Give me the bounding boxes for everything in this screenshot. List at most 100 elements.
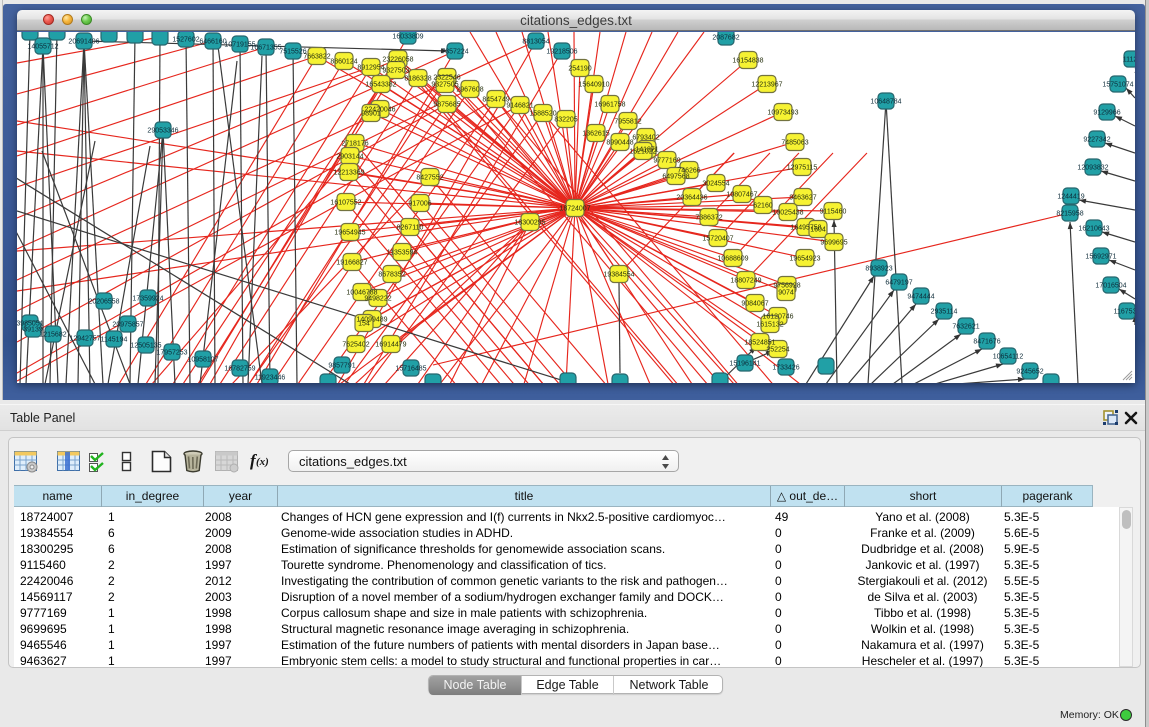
svg-text:3024554: 3024554 — [702, 181, 729, 188]
svg-text:10025438: 10025438 — [772, 210, 803, 217]
svg-text:832205: 832205 — [554, 117, 577, 124]
svg-text:9875685: 9875685 — [433, 102, 460, 109]
svg-text:1621022: 1621022 — [629, 149, 656, 156]
svg-text:8427552: 8427552 — [416, 175, 443, 182]
svg-text:9146821: 9146821 — [506, 103, 533, 110]
svg-text:17016504: 17016504 — [1095, 283, 1126, 290]
svg-text:1604: 1604 — [810, 227, 826, 234]
svg-text:1615132: 1615132 — [756, 322, 783, 329]
svg-text:9463627: 9463627 — [789, 195, 816, 202]
svg-text:10807467: 10807467 — [726, 192, 757, 199]
svg-text:9227342: 9227342 — [1083, 137, 1110, 144]
svg-text:2322546: 2322546 — [433, 75, 460, 82]
svg-text:20206558: 20206558 — [88, 299, 119, 306]
svg-text:8990448: 8990448 — [606, 140, 633, 147]
svg-text:15196141: 15196141 — [729, 361, 760, 368]
svg-text:20975857: 20975857 — [112, 322, 143, 329]
svg-text:15640910: 15640910 — [578, 82, 609, 89]
svg-text:9474444: 9474444 — [907, 294, 934, 301]
svg-text:1527602: 1527602 — [172, 37, 199, 44]
svg-text:29053346: 29053346 — [147, 128, 178, 135]
svg-text:1167533: 1167533 — [1114, 309, 1135, 316]
svg-text:8215958: 8215958 — [1056, 211, 1083, 218]
svg-text:9756928: 9756928 — [773, 283, 800, 290]
svg-text:2718176: 2718176 — [341, 141, 368, 148]
svg-text:11923446: 11923446 — [255, 375, 286, 382]
svg-text:10648784: 10648784 — [870, 99, 901, 106]
svg-text:8471676: 8471676 — [973, 339, 1000, 346]
svg-text:7632621: 7632621 — [952, 324, 979, 331]
svg-text:2903144: 2903144 — [336, 154, 363, 161]
svg-text:12213967: 12213967 — [751, 82, 782, 89]
svg-text:18807249: 18807249 — [730, 278, 761, 285]
svg-text:7357224: 7357224 — [441, 49, 468, 56]
svg-text:17957253: 17957253 — [156, 350, 187, 357]
svg-text:8678352: 8678352 — [378, 272, 405, 279]
svg-text:8186328: 8186328 — [404, 76, 431, 83]
svg-text:98901: 98901 — [361, 111, 381, 118]
svg-text:9074: 9074 — [778, 290, 794, 297]
svg-text:16914479: 16914479 — [375, 342, 406, 349]
svg-text:7485063: 7485063 — [781, 140, 808, 147]
svg-text:11123: 11123 — [1123, 57, 1135, 64]
svg-text:252254: 252254 — [766, 347, 789, 354]
svg-text:16782759: 16782759 — [224, 366, 255, 373]
svg-text:254190: 254190 — [568, 66, 591, 73]
svg-text:10654112: 10654112 — [993, 354, 1024, 361]
svg-text:7663822: 7663822 — [303, 54, 330, 61]
svg-text:62160: 62160 — [753, 203, 773, 210]
svg-text:16154838: 16154838 — [732, 58, 763, 65]
svg-text:15692971: 15692971 — [1085, 254, 1116, 261]
svg-text:18524851: 18524851 — [744, 340, 775, 347]
svg-text:2087682: 2087682 — [712, 35, 739, 42]
svg-text:9699695: 9699695 — [820, 240, 847, 247]
svg-text:16961758: 16961758 — [594, 102, 625, 109]
svg-text:7955812: 7955812 — [614, 119, 641, 126]
svg-text:11353594: 11353594 — [387, 250, 418, 257]
svg-text:1244419: 1244419 — [1057, 194, 1084, 201]
svg-text:1733426: 1733426 — [772, 365, 799, 372]
svg-text:19166827: 19166827 — [336, 260, 367, 267]
svg-text:2935114: 2935114 — [931, 309, 958, 316]
svg-text:6479197: 6479197 — [885, 280, 912, 287]
svg-text:8938923: 8938923 — [865, 266, 892, 273]
svg-text:14055712: 14055712 — [27, 44, 58, 51]
svg-text:19654945: 19654945 — [334, 230, 365, 237]
svg-text:23226058: 23226058 — [382, 57, 413, 64]
svg-text:1145194: 1145194 — [101, 337, 128, 344]
svg-text:18724007: 18724007 — [559, 206, 590, 213]
svg-text:9327503: 9327503 — [382, 68, 409, 75]
svg-text:9084067: 9084067 — [741, 301, 768, 308]
svg-text:10973493: 10973493 — [767, 110, 798, 117]
svg-text:15720407: 15720407 — [702, 236, 733, 243]
svg-text:9129966: 9129966 — [1093, 110, 1120, 117]
svg-text:19384554: 19384554 — [603, 272, 634, 279]
svg-text:12505135: 12505135 — [130, 343, 161, 350]
svg-text:10688609: 10688609 — [717, 256, 748, 263]
svg-text:6497568: 6497568 — [662, 174, 689, 181]
svg-text:6466160: 6466160 — [199, 39, 226, 46]
svg-text:8813054: 8813054 — [522, 39, 549, 46]
svg-text:9777169: 9777169 — [653, 158, 680, 165]
svg-text:154: 154 — [358, 321, 370, 328]
svg-text:12942757: 12942757 — [69, 336, 100, 343]
svg-text:(x): (x) — [256, 456, 269, 468]
svg-text:16543382: 16543382 — [365, 82, 396, 89]
svg-text:16033809: 16033809 — [392, 34, 423, 41]
svg-text:2967608: 2967608 — [456, 87, 483, 94]
svg-text:9857791: 9857791 — [328, 363, 355, 370]
svg-text:7625402: 7625402 — [342, 342, 369, 349]
svg-text:16107552: 16107552 — [330, 200, 361, 207]
svg-text:917006: 917006 — [408, 201, 431, 208]
svg-text:10958107: 10958107 — [187, 357, 218, 364]
svg-text:8267110: 8267110 — [397, 225, 424, 232]
svg-text:1588520: 1588520 — [529, 111, 556, 118]
svg-text:9498222: 9498222 — [364, 296, 391, 303]
svg-text:9327505: 9327505 — [431, 82, 458, 89]
svg-text:20691406: 20691406 — [68, 39, 99, 46]
svg-text:15751074: 15751074 — [1102, 82, 1133, 89]
svg-text:7386372: 7386372 — [695, 215, 722, 222]
svg-text:18300295: 18300295 — [514, 220, 545, 227]
svg-text:12093832: 12093832 — [1077, 165, 1108, 172]
svg-text:16120746: 16120746 — [762, 314, 793, 321]
